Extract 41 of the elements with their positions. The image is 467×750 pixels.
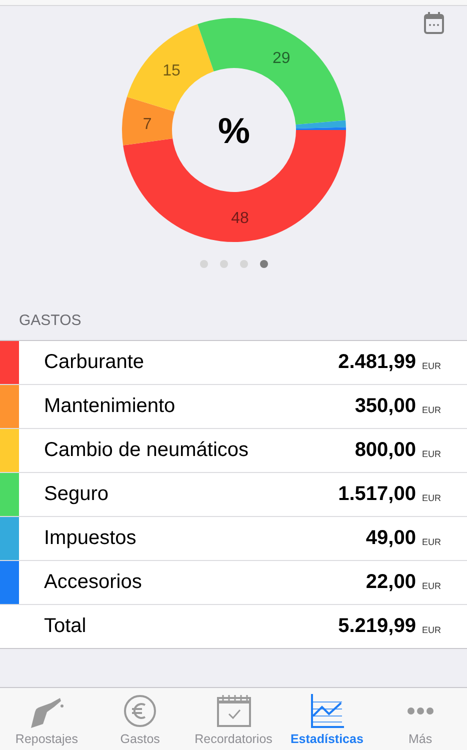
category-name: Mantenimiento [43,395,176,418]
currency: EUR [422,492,441,502]
amount: 22,00 [366,571,416,594]
tab[interactable]: Repostajes [0,688,94,750]
currency: EUR [422,580,441,590]
more-icon [406,707,434,715]
currency: EUR [422,360,441,370]
category-name: Impuestos [43,527,138,550]
page-dot[interactable] [260,260,268,268]
currency: EUR [422,624,441,634]
amount: 49,00 [366,527,416,550]
page-dot[interactable] [200,260,208,268]
slice-label: 7 [142,116,152,133]
currency: EUR [422,536,441,546]
category-name: Seguro [43,483,110,506]
slice-label: 48 [230,210,248,227]
amount: 800,00 [354,439,416,462]
currency: EUR [422,404,441,414]
slice-label: 29 [272,50,290,68]
category-name: Accesorios [43,571,143,594]
total-amount: 5.219,99 [338,615,416,638]
slice-label: 15 [162,62,180,80]
page-dot[interactable] [220,260,228,268]
amount: 2.481,99 [338,351,416,374]
tab[interactable]: Gastos [93,688,187,750]
chart-center-label: % [218,110,250,151]
amount: 350,00 [354,395,416,418]
euro-icon [123,694,158,728]
section-header: GASTOS [19,312,82,331]
line-chart-icon [310,694,344,728]
currency: EUR [422,448,441,458]
calendar-button[interactable] [423,12,445,36]
category-name: Carburante [43,351,146,374]
total-label: Total [43,615,88,638]
category-name: Cambio de neumáticos [43,439,250,462]
page-dot[interactable] [240,260,248,268]
calendar-check-icon [216,694,252,728]
amount: 1.517,00 [338,483,416,506]
tab[interactable]: Más [374,688,467,750]
tab[interactable]: Recordatorios [186,688,280,750]
tab[interactable]: Estadísticas [280,688,374,750]
